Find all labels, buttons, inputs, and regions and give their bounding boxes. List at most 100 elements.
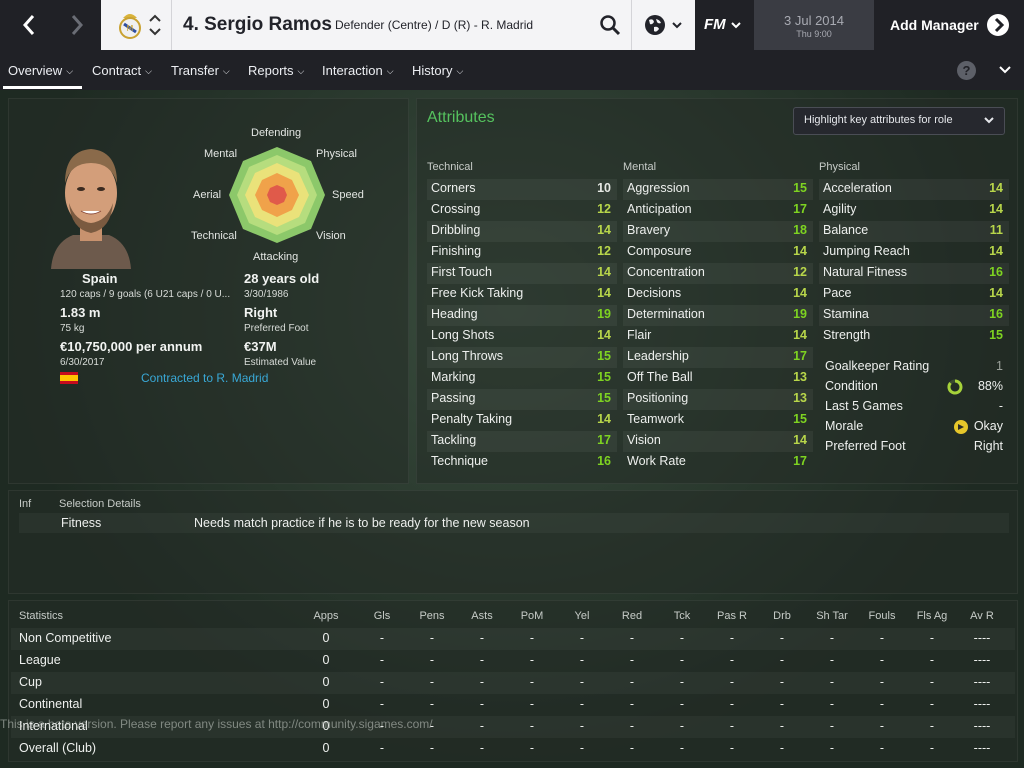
- table-cell: -: [679, 741, 685, 755]
- fm-menu-button[interactable]: FM: [694, 0, 754, 50]
- summary-value: -: [998, 399, 1003, 413]
- attribute-value: 14: [597, 328, 611, 342]
- summary-label: Goalkeeper Rating: [825, 359, 930, 373]
- stats-column-header[interactable]: Fls Ag: [912, 610, 952, 622]
- tab-interaction[interactable]: Interaction ⌵: [322, 63, 394, 78]
- attribute-value: 14: [597, 265, 611, 279]
- weight: 75 kg: [60, 323, 85, 334]
- forward-button[interactable]: [52, 0, 102, 50]
- chevron-right-icon: [71, 15, 84, 35]
- summary-label: Condition: [825, 379, 878, 393]
- svg-text:M: M: [127, 24, 134, 33]
- wage: €10,750,000 per annum: [60, 339, 203, 354]
- contract-end: 6/30/2017: [60, 357, 105, 368]
- stats-column-header[interactable]: Apps: [306, 610, 346, 622]
- table-cell: -: [579, 675, 585, 689]
- date-label: 3 Jul 2014: [784, 13, 844, 28]
- attribute-value: 14: [597, 412, 611, 426]
- stats-column-header[interactable]: Gls: [362, 610, 402, 622]
- stats-column-header[interactable]: PoM: [512, 610, 552, 622]
- up-down-arrows-icon[interactable]: [148, 10, 162, 40]
- highlight-role-dropdown[interactable]: Highlight key attributes for role: [793, 107, 1005, 135]
- table-cell: -: [729, 719, 735, 733]
- world-menu-button[interactable]: [631, 0, 695, 50]
- attribute-name: Decisions: [627, 286, 682, 300]
- attribute-value: 17: [793, 454, 807, 468]
- table-cell: 0: [322, 675, 330, 689]
- stats-column-header[interactable]: Av R: [962, 610, 1002, 622]
- tab-transfer[interactable]: Transfer ⌵: [171, 63, 230, 78]
- tab-reports[interactable]: Reports ⌵: [248, 63, 304, 78]
- attribute-row: Work Rate 17: [623, 452, 813, 473]
- attribute-value: 18: [793, 223, 807, 237]
- stats-column-header[interactable]: Fouls: [862, 610, 902, 622]
- back-button[interactable]: [4, 0, 54, 50]
- table-cell: -: [579, 719, 585, 733]
- stats-column-header[interactable]: Tck: [662, 610, 702, 622]
- attribute-row: Heading 19: [427, 305, 617, 326]
- table-cell: -: [829, 675, 835, 689]
- attribute-name: Flair: [627, 328, 652, 342]
- stats-column-header[interactable]: Pas R: [712, 610, 752, 622]
- tab-contract[interactable]: Contract ⌵: [92, 63, 152, 78]
- attribute-value: 17: [793, 349, 807, 363]
- table-cell: -: [479, 675, 485, 689]
- table-cell: -: [729, 697, 735, 711]
- attribute-value: 12: [793, 265, 807, 279]
- table-cell: -: [729, 741, 735, 755]
- tab-overview[interactable]: Overview ⌵: [8, 63, 73, 78]
- attribute-row: Long Throws 15: [427, 347, 617, 368]
- table-cell: -: [529, 697, 535, 711]
- attribute-name: Heading: [431, 307, 478, 321]
- chevron-down-icon[interactable]: [999, 65, 1011, 75]
- table-cell: -: [679, 631, 685, 645]
- table-cell: -: [579, 741, 585, 755]
- help-icon[interactable]: ?: [957, 61, 976, 80]
- attribute-row: Positioning 13: [623, 389, 813, 410]
- contracted-link[interactable]: Contracted to R. Madrid: [141, 371, 268, 385]
- stats-column-header[interactable]: Drb: [762, 610, 802, 622]
- table-cell: -: [429, 631, 435, 645]
- table-cell: -: [479, 631, 485, 645]
- table-cell: -: [929, 741, 935, 755]
- attribute-value: 14: [597, 223, 611, 237]
- attribute-value: 17: [793, 202, 807, 216]
- estimated-value: €37M: [244, 339, 277, 354]
- tab-label: Overview: [8, 63, 63, 78]
- summary-label: Morale: [825, 419, 864, 433]
- attribute-value: 15: [597, 370, 611, 384]
- attribute-name: Balance: [823, 223, 869, 237]
- tab-label: Transfer: [171, 63, 219, 78]
- table-cell: -: [379, 631, 385, 645]
- tab-history[interactable]: History ⌵: [412, 63, 463, 78]
- stats-column-header[interactable]: Pens: [412, 610, 452, 622]
- attribute-row: Passing 15: [427, 389, 617, 410]
- player-name: 4. Sergio Ramos: [183, 14, 332, 35]
- search-icon[interactable]: [598, 13, 622, 37]
- attribute-row: Leadership 17: [623, 347, 813, 368]
- attribute-row: Strength 15: [819, 326, 1009, 347]
- table-cell: -: [879, 741, 885, 755]
- stats-column-header[interactable]: Sh Tar: [812, 610, 852, 622]
- table-cell: -: [879, 653, 885, 667]
- attribute-value: 14: [793, 286, 807, 300]
- chevron-down-icon: ⌵: [222, 66, 230, 76]
- table-cell: -: [829, 719, 835, 733]
- attributes-panel: Attributes Highlight key attributes for …: [416, 98, 1018, 484]
- attribute-value: 14: [793, 328, 807, 342]
- attribute-row: Tackling 17: [427, 431, 617, 452]
- table-cell: -: [629, 741, 635, 755]
- attribute-name: Vision: [627, 433, 661, 447]
- table-cell: -: [529, 741, 535, 755]
- table-cell: -: [679, 675, 685, 689]
- summary-label: Preferred Foot: [825, 439, 906, 453]
- stats-column-header[interactable]: Asts: [462, 610, 502, 622]
- table-cell: -: [529, 675, 535, 689]
- spain-flag-icon: [60, 372, 78, 384]
- attribute-name: Crossing: [431, 202, 481, 216]
- stats-column-header[interactable]: Yel: [562, 610, 602, 622]
- table-cell: -: [829, 741, 835, 755]
- stats-column-header[interactable]: Red: [612, 610, 652, 622]
- attribute-value: 13: [793, 391, 807, 405]
- add-manager-button[interactable]: Add Manager: [874, 0, 1024, 50]
